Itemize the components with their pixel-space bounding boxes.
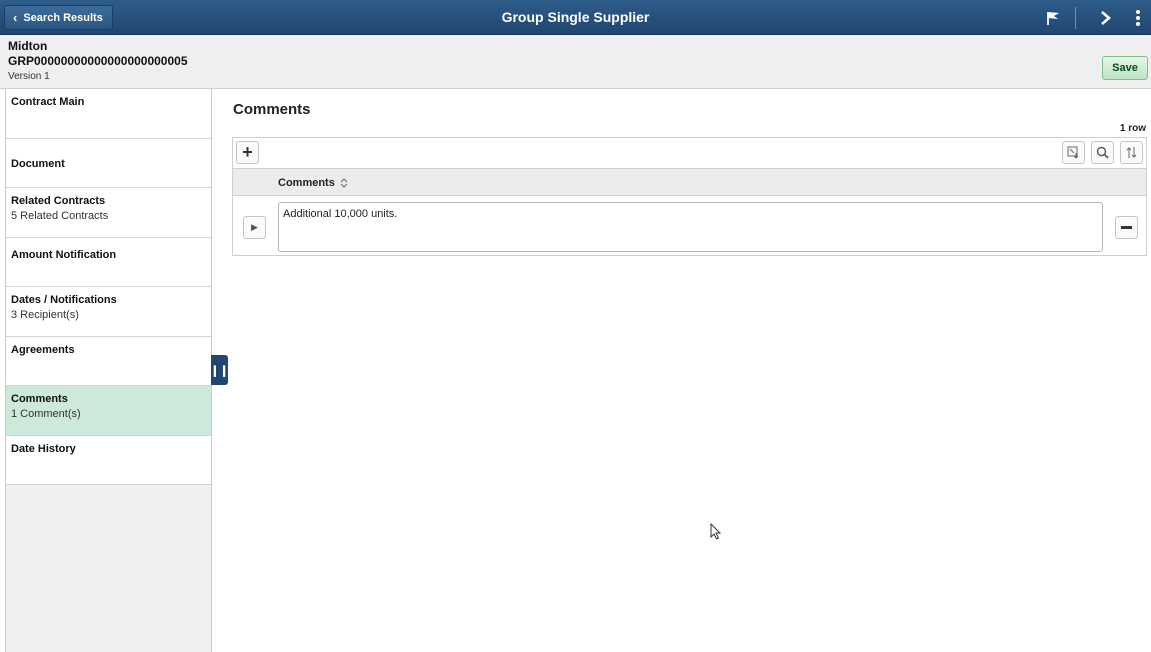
minus-icon bbox=[1121, 226, 1132, 229]
nav-item-document[interactable]: Document bbox=[6, 139, 211, 188]
nav-item-agreements[interactable]: Agreements bbox=[6, 337, 211, 386]
export-button[interactable] bbox=[1062, 141, 1085, 164]
nav-item-title: Agreements bbox=[11, 343, 75, 356]
comments-grid: + Comments ▶ Additional 10,000 units. bbox=[232, 137, 1147, 256]
table-row: ▶ Additional 10,000 units. bbox=[233, 196, 1146, 255]
nav-item-contract-main[interactable]: Contract Main bbox=[6, 89, 211, 139]
nav-item-title: Date History bbox=[11, 442, 76, 455]
search-icon bbox=[1096, 146, 1109, 159]
nav-item-subtitle: 1 Comment(s) bbox=[11, 408, 81, 420]
pause-icon: ❙❙ bbox=[210, 364, 229, 377]
plus-icon: + bbox=[242, 142, 253, 162]
back-button-label: Search Results bbox=[23, 11, 103, 24]
nav-item-amount-notification[interactable]: Amount Notification bbox=[6, 238, 211, 287]
nav-item-related-contracts[interactable]: Related Contracts 5 Related Contracts bbox=[6, 188, 211, 238]
banner-divider bbox=[1075, 7, 1076, 29]
sort-button[interactable] bbox=[1120, 141, 1143, 164]
comments-column-header[interactable]: Comments bbox=[278, 177, 348, 189]
vertical-dots-icon[interactable] bbox=[1128, 5, 1148, 30]
chevron-right-icon[interactable] bbox=[1092, 5, 1118, 30]
nav-item-title: Comments bbox=[11, 393, 68, 405]
nav-item-subtitle: 3 Recipient(s) bbox=[11, 309, 79, 321]
collapse-panel-handle[interactable]: ❙❙ bbox=[210, 355, 229, 385]
sort-icon bbox=[1126, 147, 1137, 158]
nav-item-title: Document bbox=[11, 157, 65, 170]
nav-list: Contract Main Document Related Contracts… bbox=[6, 89, 211, 485]
section-title: Comments bbox=[233, 101, 311, 118]
back-to-search-results-button[interactable]: ‹ Search Results bbox=[4, 5, 113, 30]
grid-toolbar: + bbox=[233, 138, 1146, 169]
mouse-cursor-icon bbox=[710, 522, 722, 543]
delete-row-button[interactable] bbox=[1115, 216, 1138, 239]
contract-name: Midton bbox=[8, 39, 48, 53]
nav-item-date-history[interactable]: Date History bbox=[6, 436, 211, 485]
contract-header: Midton GRP00000000000000000000005 Versio… bbox=[0, 35, 1151, 89]
contract-version: Version 1 bbox=[8, 71, 50, 82]
page-title: Group Single Supplier bbox=[501, 9, 650, 25]
export-icon bbox=[1067, 146, 1079, 159]
column-header-label: Comments bbox=[278, 177, 335, 189]
nav-item-title: Amount Notification bbox=[11, 248, 117, 261]
caret-right-icon: ▶ bbox=[251, 222, 258, 232]
chevron-left-icon: ‹ bbox=[13, 10, 18, 25]
flag-icon[interactable] bbox=[1040, 5, 1066, 30]
nav-item-title: Related Contracts bbox=[11, 195, 106, 207]
expand-row-button[interactable]: ▶ bbox=[243, 216, 266, 239]
nav-item-dates-notifications[interactable]: Dates / Notifications 3 Recipient(s) bbox=[6, 287, 211, 337]
sort-toggle-icon bbox=[340, 178, 348, 188]
nav-item-comments[interactable]: Comments 1 Comment(s) bbox=[6, 386, 211, 436]
save-button[interactable]: Save bbox=[1102, 56, 1148, 80]
row-count: 1 row bbox=[1119, 123, 1146, 134]
nav-item-title: Dates / Notifications bbox=[11, 294, 117, 306]
nav-item-title: Contract Main bbox=[11, 96, 85, 108]
comment-textarea[interactable]: Additional 10,000 units. bbox=[278, 202, 1103, 252]
top-banner: ‹ Search Results Group Single Supplier bbox=[0, 0, 1151, 35]
find-button[interactable] bbox=[1091, 141, 1114, 164]
nav-item-subtitle: 5 Related Contracts bbox=[11, 210, 109, 222]
grid-header-row: Comments bbox=[233, 169, 1146, 196]
add-row-button[interactable]: + bbox=[236, 141, 259, 164]
contract-id: GRP00000000000000000000005 bbox=[8, 54, 188, 68]
left-nav-panel: Contract Main Document Related Contracts… bbox=[5, 89, 212, 652]
